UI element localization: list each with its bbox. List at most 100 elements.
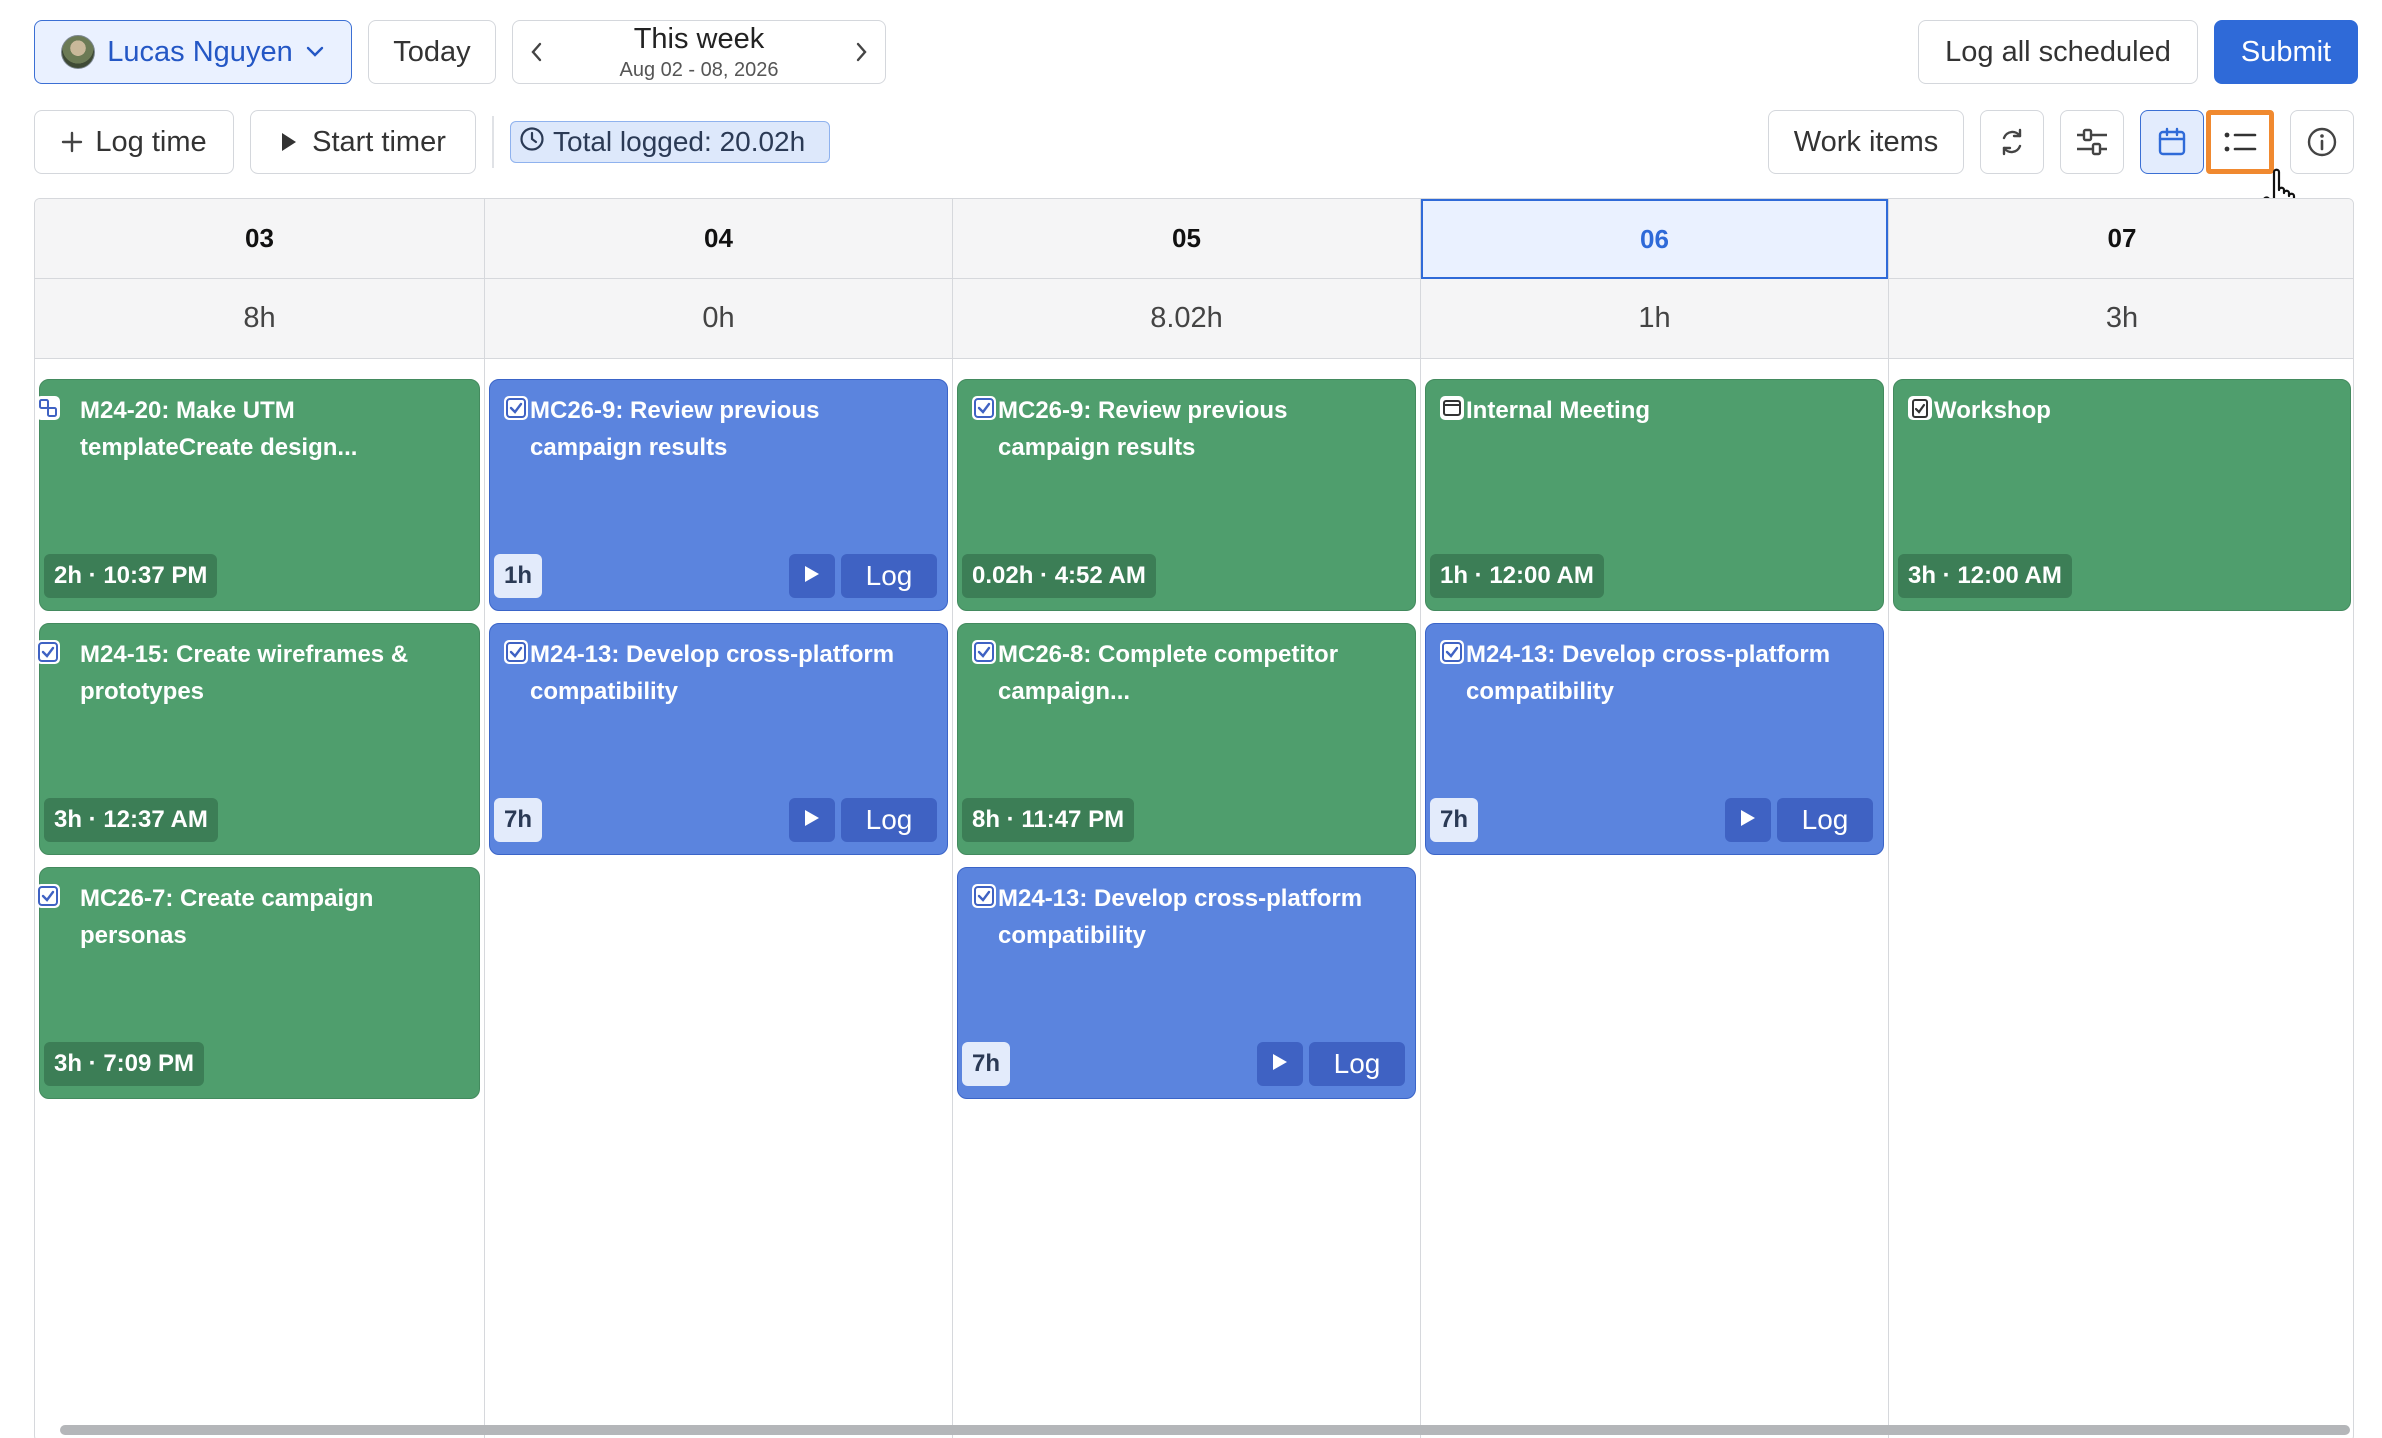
total-logged-badge: Total logged: 20.02h xyxy=(510,121,830,163)
info-icon xyxy=(2306,126,2338,158)
checkbox-icon xyxy=(502,394,530,422)
calendar-icon xyxy=(1438,394,1466,422)
calendar-icon xyxy=(2157,127,2187,157)
log-time-button[interactable]: Log time xyxy=(34,110,234,174)
day-total: 3h xyxy=(1889,279,2353,359)
horizontal-scrollbar[interactable] xyxy=(60,1425,2350,1435)
entry-title: M24-13: Develop cross-platform compatibi… xyxy=(1466,641,1831,705)
user-select[interactable]: Lucas Nguyen xyxy=(34,20,352,84)
day-total: 0h xyxy=(485,279,952,359)
log-entry-button[interactable]: Log xyxy=(1309,1042,1405,1086)
play-timer-button[interactable] xyxy=(789,554,835,598)
entry-duration: 7h xyxy=(1430,798,1479,842)
submit-button[interactable]: Submit xyxy=(2214,20,2358,84)
checkbox-icon xyxy=(970,394,998,422)
subtask-icon xyxy=(35,394,62,422)
avatar xyxy=(61,35,96,69)
entry-title: MC26-9: Review previous campaign results xyxy=(530,397,820,461)
entry-title: MC26-8: Complete competitor campaign... xyxy=(998,641,1339,705)
day-total: 8.02h xyxy=(953,279,1420,359)
info-button[interactable] xyxy=(2290,110,2354,174)
time-entry-card[interactable]: Workshop 3h · 12:00 AM xyxy=(1893,379,2351,611)
time-entry-card[interactable]: M24-15: Create wireframes & prototypes 3h… xyxy=(36,623,480,855)
log-all-scheduled-button[interactable]: Log all scheduled xyxy=(1918,20,2198,84)
total-logged-text: Total logged: 20.02h xyxy=(553,126,806,157)
checkbox-icon xyxy=(502,638,530,666)
plus-icon xyxy=(61,131,83,153)
day-column: 07 3h Workshop 3h · 12:00 AM xyxy=(1889,199,2353,1438)
entry-duration: 0.02h · 4:52 AM xyxy=(962,554,1156,598)
day-body[interactable]: Internal Meeting 1h · 12:00 AM M24-13: Dev… xyxy=(1421,359,1888,1438)
entry-duration: 8h · 11:47 PM xyxy=(962,798,1135,842)
log-entry-button[interactable]: Log xyxy=(1777,798,1873,842)
week-range: Aug 02 - 08, 2026 xyxy=(619,58,779,81)
start-timer-button[interactable]: Start timer xyxy=(250,110,476,174)
entry-duration: 2h · 10:37 PM xyxy=(44,554,218,598)
play-timer-button[interactable] xyxy=(789,798,835,842)
time-entry-card[interactable]: MC26-7: Create campaign personas 3h · 7:0… xyxy=(36,867,480,1099)
entry-title: M24-13: Develop cross-platform compatibi… xyxy=(998,885,1363,949)
chevron-right-icon[interactable] xyxy=(853,40,869,64)
time-entry-card[interactable]: M24-13: Develop cross-platform compatibi… xyxy=(1425,623,1884,855)
time-entry-card[interactable]: M24-13: Develop cross-platform compatibi… xyxy=(957,867,1416,1099)
day-header[interactable]: 07 xyxy=(1889,199,2353,279)
day-column: 03 8h M24-20: Make UTM templateCreate desi… xyxy=(35,199,485,1438)
log-entry-button[interactable]: Log xyxy=(841,798,937,842)
time-entry-card[interactable]: MC26-9: Review previous campaign results… xyxy=(489,379,948,611)
log-time-label: Log time xyxy=(95,125,207,158)
log-entry-button[interactable]: Log xyxy=(841,554,937,598)
day-header[interactable]: 06 xyxy=(1421,199,1888,279)
time-entry-card[interactable]: MC26-8: Complete competitor campaign... 8… xyxy=(957,623,1416,855)
refresh-button[interactable] xyxy=(1980,110,2044,174)
day-body[interactable]: M24-20: Make UTM templateCreate design..… xyxy=(35,359,484,1438)
entry-duration: 1h · 12:00 AM xyxy=(1430,554,1604,598)
clipboard-icon xyxy=(1906,394,1934,422)
refresh-icon xyxy=(1996,126,2028,158)
start-timer-label: Start timer xyxy=(312,125,446,158)
time-entry-card[interactable]: M24-13: Develop cross-platform compatibi… xyxy=(489,623,948,855)
week-title: This week xyxy=(633,22,765,55)
filter-settings-button[interactable] xyxy=(2060,110,2124,174)
day-header[interactable]: 04 xyxy=(485,199,952,279)
entry-duration: 3h · 12:00 AM xyxy=(1898,554,2072,598)
sliders-icon xyxy=(2075,127,2109,157)
day-header[interactable]: 05 xyxy=(953,199,1420,279)
entry-duration: 7h xyxy=(962,1042,1011,1086)
entry-title: M24-15: Create wireframes & prototypes xyxy=(80,641,409,705)
work-items-button[interactable]: Work items xyxy=(1768,110,1964,174)
chevron-down-icon xyxy=(305,45,325,59)
day-body[interactable]: MC26-9: Review previous campaign results… xyxy=(953,359,1420,1438)
day-body[interactable]: MC26-9: Review previous campaign results… xyxy=(485,359,952,1438)
play-timer-button[interactable] xyxy=(1257,1042,1303,1086)
play-timer-button[interactable] xyxy=(1725,798,1771,842)
entry-title: Internal Meeting xyxy=(1466,397,1651,424)
day-body[interactable]: Workshop 3h · 12:00 AM xyxy=(1889,359,2353,1438)
week-navigator: This week Aug 02 - 08, 2026 xyxy=(512,20,886,84)
time-entry-card[interactable]: Internal Meeting 1h · 12:00 AM xyxy=(1425,379,1884,611)
list-icon xyxy=(2223,129,2257,155)
chevron-left-icon[interactable] xyxy=(529,40,545,64)
day-header[interactable]: 03 xyxy=(35,199,484,279)
entry-title: MC26-9: Review previous campaign results xyxy=(998,397,1288,461)
calendar-view-button[interactable] xyxy=(2140,110,2204,174)
play-icon xyxy=(1271,1052,1289,1077)
entry-duration: 3h · 7:09 PM xyxy=(44,1042,205,1086)
checkbox-icon xyxy=(35,882,62,910)
checkbox-icon xyxy=(970,638,998,666)
entry-title: M24-13: Develop cross-platform compatibi… xyxy=(530,641,895,705)
time-entry-card[interactable]: M24-20: Make UTM templateCreate design..… xyxy=(36,379,480,611)
list-view-button[interactable] xyxy=(2206,110,2274,174)
day-column: 04 0h MC26-9: Review previous campaign res… xyxy=(485,199,953,1438)
user-name: Lucas Nguyen xyxy=(107,35,293,68)
time-entry-card[interactable]: MC26-9: Review previous campaign results… xyxy=(957,379,1416,611)
day-total: 8h xyxy=(35,279,484,359)
week-calendar: 03 8h M24-20: Make UTM templateCreate desi… xyxy=(34,198,2354,1438)
checkbox-icon xyxy=(35,638,62,666)
checkbox-icon xyxy=(970,882,998,910)
play-icon xyxy=(1739,808,1757,833)
today-button[interactable]: Today xyxy=(368,20,496,84)
clock-icon xyxy=(519,126,545,159)
day-column: 06 1h Internal Meeting 1h · 12:00 AM M24-13:… xyxy=(1421,199,1889,1438)
week-label: This week Aug 02 - 08, 2026 xyxy=(619,22,779,81)
play-icon xyxy=(803,808,821,833)
